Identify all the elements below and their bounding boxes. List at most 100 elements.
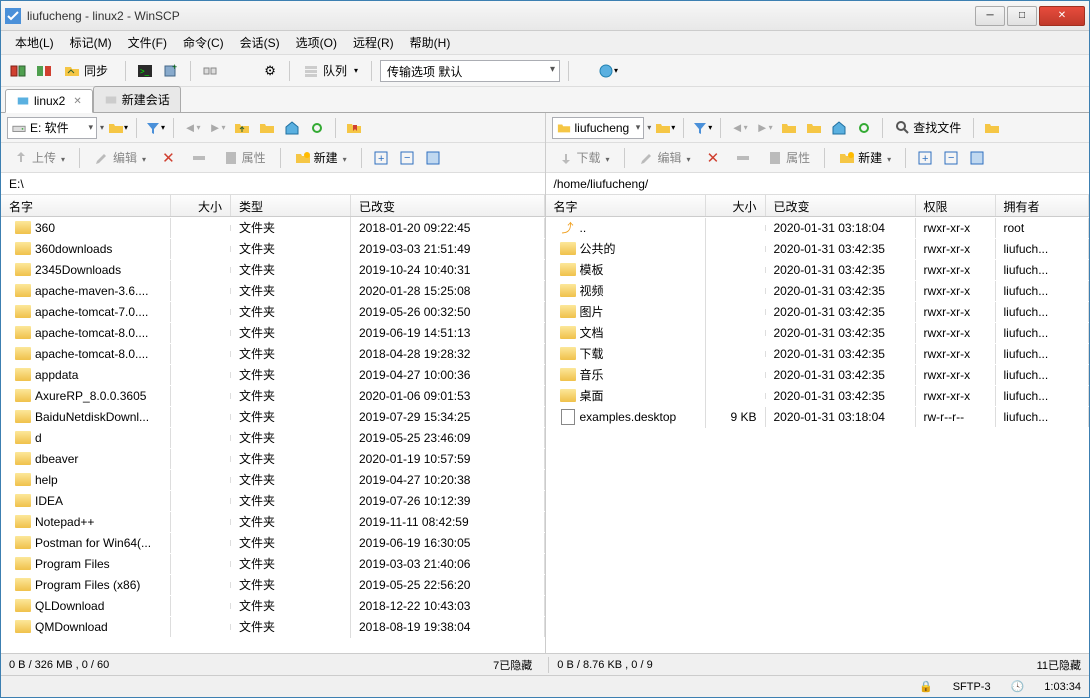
props-button[interactable]: 属性	[761, 147, 816, 168]
invert-sel-icon[interactable]	[422, 147, 444, 169]
home-icon[interactable]	[281, 117, 303, 139]
list-item[interactable]: apache-tomcat-8.0....文件夹2018-04-28 19:28…	[1, 343, 545, 364]
refresh-icon[interactable]	[853, 117, 875, 139]
tab-session-active[interactable]: linux2 ✕	[5, 89, 93, 113]
list-item[interactable]: apache-tomcat-7.0....文件夹2019-05-26 00:32…	[1, 301, 545, 322]
menu-help[interactable]: 帮助(H)	[404, 32, 457, 53]
home-icon[interactable]	[828, 117, 850, 139]
open-folder-icon[interactable]: ▾	[107, 117, 129, 139]
list-item[interactable]: Notepad++文件夹2019-11-11 08:42:59	[1, 511, 545, 532]
edit-button[interactable]: 编辑	[88, 147, 152, 168]
col-name[interactable]: 名字	[1, 195, 171, 216]
menu-commands[interactable]: 命令(C)	[177, 32, 230, 53]
upload-button[interactable]: 上传	[7, 147, 71, 168]
remote-drive-select[interactable]: liufucheng	[552, 117, 645, 139]
list-item[interactable]: apache-maven-3.6....文件夹2020-01-28 15:25:…	[1, 280, 545, 301]
filter-icon[interactable]: ▾	[144, 117, 166, 139]
queue-icon[interactable]: 队列▾	[298, 60, 363, 82]
list-item[interactable]: 文档2020-01-31 03:42:35rwxr-xr-xliufuch...	[546, 322, 1090, 343]
maximize-button[interactable]: □	[1007, 6, 1037, 26]
rename-icon[interactable]	[729, 148, 757, 168]
transfer-settings-icon[interactable]	[199, 60, 221, 82]
sync-icon[interactable]: 同步	[59, 60, 117, 82]
root-dir-icon[interactable]	[256, 117, 278, 139]
list-item[interactable]: 模板2020-01-31 03:42:35rwxr-xr-xliufuch...	[546, 259, 1090, 280]
menu-local[interactable]: 本地(L)	[9, 32, 60, 53]
col-size[interactable]: 大小	[171, 195, 231, 216]
close-button[interactable]: ✕	[1039, 6, 1085, 26]
refresh-icon[interactable]	[306, 117, 328, 139]
find-button[interactable]: 查找文件	[890, 117, 966, 139]
invert-sel-icon[interactable]	[966, 147, 988, 169]
list-item[interactable]: apache-tomcat-8.0....文件夹2019-06-19 14:51…	[1, 322, 545, 343]
list-item[interactable]: 公共的2020-01-31 03:42:35rwxr-xr-xliufuch..…	[546, 238, 1090, 259]
list-item[interactable]: IDEA文件夹2019-07-26 10:12:39	[1, 490, 545, 511]
edit-button[interactable]: 编辑	[633, 147, 697, 168]
deselect-all-icon[interactable]: −	[940, 147, 962, 169]
props-button[interactable]: 属性	[217, 147, 272, 168]
parent-dir-icon[interactable]	[778, 117, 800, 139]
back-icon[interactable]: ◄▾	[181, 117, 203, 139]
tab-close-icon[interactable]: ✕	[73, 96, 81, 107]
add-session-icon[interactable]: +	[160, 60, 182, 82]
deselect-all-icon[interactable]: −	[396, 147, 418, 169]
list-item[interactable]: BaiduNetdiskDownl...文件夹2019-07-29 15:34:…	[1, 406, 545, 427]
list-item[interactable]: AxureRP_8.0.0.3605文件夹2020-01-06 09:01:53	[1, 385, 545, 406]
remote-file-list[interactable]: ⤴..2020-01-31 03:18:04rwxr-xr-xroot公共的20…	[546, 217, 1090, 653]
local-drive-select[interactable]: E: 软件	[7, 117, 97, 139]
compare-dirs-icon[interactable]	[33, 60, 55, 82]
bookmark-icon[interactable]	[981, 117, 1003, 139]
rename-icon[interactable]	[185, 148, 213, 168]
minimize-button[interactable]: ─	[975, 6, 1005, 26]
list-item[interactable]: 视频2020-01-31 03:42:35rwxr-xr-xliufuch...	[546, 280, 1090, 301]
list-item[interactable]: 下载2020-01-31 03:42:35rwxr-xr-xliufuch...	[546, 343, 1090, 364]
list-item[interactable]: d文件夹2019-05-25 23:46:09	[1, 427, 545, 448]
open-folder-icon[interactable]: ▾	[654, 117, 676, 139]
filter-icon[interactable]: ▾	[691, 117, 713, 139]
root-dir-icon[interactable]	[803, 117, 825, 139]
forward-icon[interactable]: ►▾	[206, 117, 228, 139]
select-all-icon[interactable]: +	[370, 147, 392, 169]
bookmark-icon[interactable]	[343, 117, 365, 139]
download-button[interactable]: 下载	[552, 147, 616, 168]
parent-dir-icon[interactable]	[231, 117, 253, 139]
menu-mark[interactable]: 标记(M)	[64, 32, 118, 53]
list-item[interactable]: 360文件夹2018-01-20 09:22:45	[1, 217, 545, 238]
col-changed[interactable]: 已改变	[351, 195, 545, 216]
back-icon[interactable]: ◄▾	[728, 117, 750, 139]
list-item[interactable]: examples.desktop9 KB2020-01-31 03:18:04r…	[546, 406, 1090, 427]
col-type[interactable]: 类型	[231, 195, 351, 216]
forward-icon[interactable]: ►▾	[753, 117, 775, 139]
col-owner[interactable]: 拥有者	[996, 195, 1090, 216]
list-item[interactable]: 360downloads文件夹2019-03-03 21:51:49	[1, 238, 545, 259]
list-item[interactable]: Program Files文件夹2019-03-03 21:40:06	[1, 553, 545, 574]
col-size[interactable]: 大小	[706, 195, 766, 216]
list-item[interactable]: 桌面2020-01-31 03:42:35rwxr-xr-xliufuch...	[546, 385, 1090, 406]
menu-files[interactable]: 文件(F)	[122, 32, 173, 53]
col-perm[interactable]: 权限	[916, 195, 996, 216]
list-item[interactable]: QMDownload文件夹2018-08-19 19:38:04	[1, 616, 545, 637]
list-item[interactable]: QLDownload文件夹2018-12-22 10:43:03	[1, 595, 545, 616]
menu-session[interactable]: 会话(S)	[234, 32, 286, 53]
col-changed[interactable]: 已改变	[766, 195, 916, 216]
list-item[interactable]: 2345Downloads文件夹2019-10-24 10:40:31	[1, 259, 545, 280]
disconnect-icon[interactable]: ▾	[597, 60, 619, 82]
list-item[interactable]: 图片2020-01-31 03:42:35rwxr-xr-xliufuch...	[546, 301, 1090, 322]
list-item[interactable]: 音乐2020-01-31 03:42:35rwxr-xr-xliufuch...	[546, 364, 1090, 385]
list-item[interactable]: help文件夹2019-04-27 10:20:38	[1, 469, 545, 490]
transfer-preset-select[interactable]: 传输选项 默认	[380, 60, 560, 82]
list-item[interactable]: Program Files (x86)文件夹2019-05-25 22:56:2…	[1, 574, 545, 595]
new-button[interactable]: 新建	[833, 147, 897, 168]
local-file-list[interactable]: 360文件夹2018-01-20 09:22:45360downloads文件夹…	[1, 217, 545, 653]
tab-new-session[interactable]: 新建会话	[93, 86, 181, 113]
col-name[interactable]: 名字	[546, 195, 706, 216]
gear-icon[interactable]: ⚙	[259, 60, 281, 82]
select-all-icon[interactable]: +	[914, 147, 936, 169]
list-item[interactable]: ⤴..2020-01-31 03:18:04rwxr-xr-xroot	[546, 217, 1090, 238]
delete-button[interactable]: ✕	[156, 147, 181, 169]
delete-button[interactable]: ✕	[701, 147, 726, 169]
sync-browse-icon[interactable]	[7, 60, 29, 82]
list-item[interactable]: Postman for Win64(...文件夹2019-06-19 16:30…	[1, 532, 545, 553]
new-button[interactable]: 新建	[289, 147, 353, 168]
menu-options[interactable]: 选项(O)	[290, 32, 343, 53]
